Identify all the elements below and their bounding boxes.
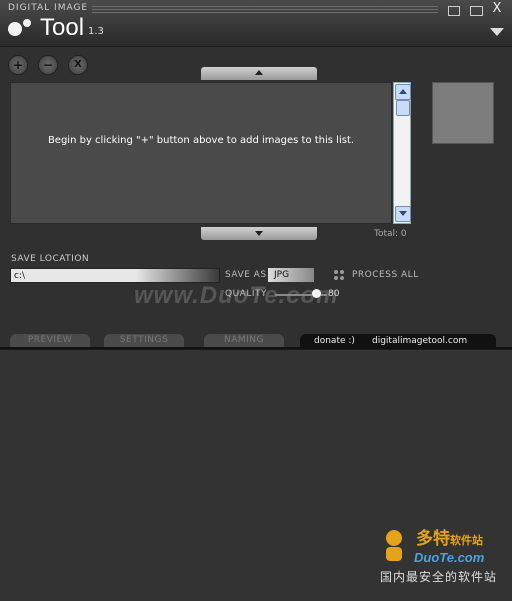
tab-settings[interactable]: SETTINGS bbox=[104, 334, 184, 347]
brand-subtitle: DIGITAL IMAGE bbox=[8, 3, 89, 13]
arrow-up-icon bbox=[255, 70, 263, 75]
save-location-input[interactable] bbox=[10, 268, 220, 283]
process-all-button[interactable]: PROCESS ALL bbox=[352, 270, 419, 280]
remove-image-button[interactable]: − bbox=[38, 55, 58, 75]
save-location-label: SAVE LOCATION bbox=[11, 254, 90, 264]
format-select[interactable]: JPG bbox=[268, 268, 314, 282]
total-count: Total: 0 bbox=[374, 229, 407, 239]
watermark-tagline: 国内最安全的软件站 bbox=[380, 570, 498, 584]
app-version: 1.3 bbox=[88, 26, 104, 37]
arrow-down-icon bbox=[255, 231, 263, 236]
scroll-down-button[interactable] bbox=[395, 206, 411, 222]
tab-naming[interactable]: NAMING bbox=[204, 334, 284, 347]
close-button[interactable]: X bbox=[490, 2, 504, 15]
restore-icon[interactable] bbox=[448, 6, 460, 16]
scroll-up-tab[interactable] bbox=[201, 67, 317, 80]
app-window: DIGITAL IMAGE Tool 1.3 X + − X Begin by … bbox=[0, 0, 512, 601]
logo-icon bbox=[8, 19, 38, 37]
image-list[interactable]: Begin by clicking "+" button above to ad… bbox=[10, 82, 392, 224]
scroll-up-button[interactable] bbox=[395, 84, 411, 100]
quality-label: QUALITY bbox=[225, 289, 267, 299]
watermark-title: 多特软件站 bbox=[416, 529, 483, 549]
corner-watermark: 多特软件站 DuoTe.com 国内最安全的软件站 bbox=[374, 524, 510, 594]
mascot-icon bbox=[386, 530, 402, 561]
add-image-button[interactable]: + bbox=[8, 55, 28, 75]
minimize-icon[interactable] bbox=[470, 6, 483, 16]
quality-value: 80 bbox=[328, 289, 340, 299]
chevron-down-icon[interactable] bbox=[490, 28, 504, 36]
save-as-label: SAVE AS bbox=[225, 270, 267, 280]
scroll-down-tab[interactable] bbox=[201, 227, 317, 240]
tab-preview[interactable]: PREVIEW bbox=[10, 334, 90, 347]
list-scrollbar[interactable] bbox=[393, 82, 411, 224]
process-all-icon[interactable] bbox=[334, 270, 345, 281]
empty-list-message: Begin by clicking "+" button above to ad… bbox=[47, 135, 355, 146]
clear-list-button[interactable]: X bbox=[68, 55, 88, 75]
donate-link[interactable]: donate :) bbox=[314, 336, 355, 346]
scroll-thumb[interactable] bbox=[396, 100, 410, 116]
app-title: Tool bbox=[40, 14, 85, 41]
website-link[interactable]: digitalimagetool.com bbox=[372, 336, 467, 346]
title-bar: DIGITAL IMAGE Tool 1.3 X bbox=[0, 0, 512, 47]
image-thumbnail-preview bbox=[432, 82, 494, 144]
watermark-domain: DuoTe.com bbox=[414, 550, 485, 565]
title-decoration bbox=[92, 6, 438, 15]
